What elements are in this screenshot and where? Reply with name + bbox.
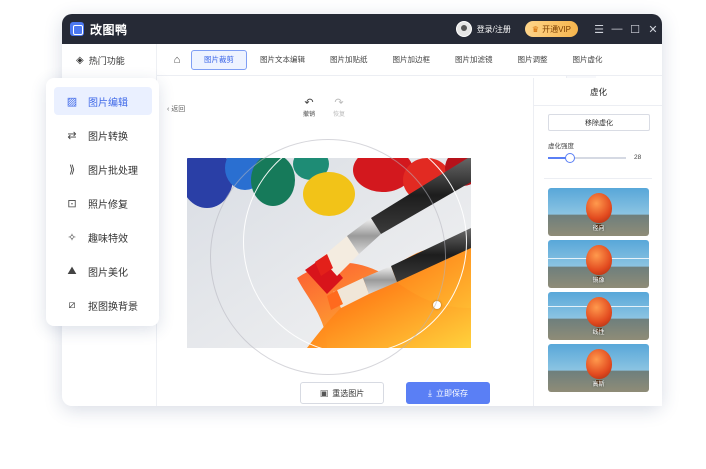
balloon-graphic xyxy=(586,349,612,379)
preset-linear[interactable]: 线性 xyxy=(548,292,649,340)
menu-item-label: 照片修复 xyxy=(88,199,128,211)
image-edit-icon: ▨ xyxy=(66,95,78,108)
balloon-graphic xyxy=(586,193,612,223)
vip-label: 开通VIP xyxy=(542,24,571,34)
menu-item-beautify[interactable]: ⛰ 图片美化 xyxy=(54,257,152,285)
avatar[interactable] xyxy=(455,21,472,37)
back-link[interactable]: ‹ 返回 xyxy=(167,104,185,114)
blur-settings-panel: 虚化 移除虚化 虚化强度 28 径向 镜像 线性 高斯 xyxy=(533,78,663,406)
history-controls: ↶ 撤销 ↷ 恢复 xyxy=(303,97,345,118)
reselect-label: 重选图片 xyxy=(332,388,365,398)
save-label: 立即保存 xyxy=(435,388,468,398)
close-icon[interactable]: ✕ xyxy=(644,14,662,44)
feature-menu: ▨ 图片编辑 ⇄ 图片转换 ⟫ 图片批处理 ⊡ 照片修复 ✧ 趣味特效 ⛰ 图片… xyxy=(46,78,159,326)
undo-button[interactable]: ↶ 撤销 xyxy=(303,97,315,118)
tab-sticker[interactable]: 图片加贴纸 xyxy=(318,50,380,70)
tab-blur[interactable]: 图片虚化 xyxy=(561,50,615,70)
image-icon: ▣ xyxy=(319,387,329,398)
blur-strength-value: 28 xyxy=(634,154,642,161)
undo-icon: ↶ xyxy=(304,97,314,109)
app-logo-icon xyxy=(70,22,84,36)
balloon-graphic xyxy=(586,297,612,327)
menu-item-photo-repair[interactable]: ⊡ 照片修复 xyxy=(54,189,152,217)
tab-frame[interactable]: 图片加边框 xyxy=(381,50,443,70)
convert-icon: ⇄ xyxy=(67,129,77,142)
menu-item-fun-effects[interactable]: ✧ 趣味特效 xyxy=(54,223,152,251)
preset-label: 镜像 xyxy=(592,278,605,284)
tab-text-edit[interactable]: 图片文本编辑 xyxy=(248,50,317,70)
login-link[interactable]: 登录/注册 xyxy=(477,24,511,35)
redo-icon: ↷ xyxy=(334,97,344,109)
image-canvas[interactable] xyxy=(187,158,471,348)
menu-item-image-convert[interactable]: ⇄ 图片转换 xyxy=(54,121,152,149)
preset-gaussian[interactable]: 高斯 xyxy=(548,344,649,392)
menu-icon[interactable]: ☰ xyxy=(590,14,608,44)
maximize-icon[interactable]: ☐ xyxy=(626,14,644,44)
menu-item-label: 图片美化 xyxy=(88,267,128,279)
crown-icon: ♛ xyxy=(531,24,540,34)
menu-item-image-edit[interactable]: ▨ 图片编辑 xyxy=(54,87,152,115)
tab-filter[interactable]: 图片加滤镜 xyxy=(443,50,505,70)
preset-radial[interactable]: 径向 xyxy=(548,188,649,236)
redo-label: 恢复 xyxy=(333,112,346,118)
blur-focus-circle[interactable] xyxy=(243,158,467,348)
preset-label: 高斯 xyxy=(592,382,605,388)
tab-bar: ⌂ 图片裁剪 图片文本编辑 图片加贴纸 图片加边框 图片加滤镜 图片调整 图片虚… xyxy=(157,44,662,76)
slider-knob[interactable] xyxy=(565,153,575,163)
beautify-icon: ⛰ xyxy=(67,264,77,277)
blur-strength-slider[interactable] xyxy=(548,153,626,163)
undo-label: 撤销 xyxy=(303,112,316,118)
menu-item-label: 图片编辑 xyxy=(88,97,128,109)
home-icon[interactable]: ⌂ xyxy=(163,54,191,66)
app-name: 改图鸭 xyxy=(90,22,128,37)
sparkle-icon: ✧ xyxy=(67,231,77,244)
preset-label: 线性 xyxy=(592,330,605,336)
menu-item-label: 趣味特效 xyxy=(88,233,128,245)
menu-item-label: 抠图换背景 xyxy=(88,301,138,313)
balloon-graphic xyxy=(586,245,612,275)
repair-icon: ⊡ xyxy=(67,197,77,210)
title-bar: 改图鸭 登录/注册 ♛ 开通VIP ☰ — ☐ ✕ xyxy=(62,14,662,44)
minimize-icon[interactable]: — xyxy=(608,14,626,44)
redo-button[interactable]: ↷ 恢复 xyxy=(333,97,345,118)
menu-item-cutout[interactable]: ⧄ 抠图换背景 xyxy=(54,291,152,319)
save-now-button[interactable]: ⤓ 立即保存 xyxy=(406,382,490,404)
hot-functions[interactable]: ◈ 热门功能 xyxy=(76,54,125,67)
hot-functions-icon: ◈ xyxy=(76,55,84,66)
back-label: 返回 xyxy=(171,106,186,113)
tab-adjust[interactable]: 图片调整 xyxy=(506,50,560,70)
menu-item-label: 图片批处理 xyxy=(88,165,138,177)
menu-item-batch[interactable]: ⟫ 图片批处理 xyxy=(54,155,152,183)
reselect-image-button[interactable]: ▣ 重选图片 xyxy=(300,382,384,404)
batch-icon: ⟫ xyxy=(68,163,76,176)
menu-item-label: 图片转换 xyxy=(88,131,128,143)
blur-panel-title: 虚化 xyxy=(534,78,663,106)
remove-blur-button[interactable]: 移除虚化 xyxy=(548,114,650,131)
tab-crop[interactable]: 图片裁剪 xyxy=(191,49,247,70)
divider xyxy=(544,178,652,179)
preset-mirror[interactable]: 镜像 xyxy=(548,240,649,288)
preset-label: 径向 xyxy=(592,226,605,232)
hot-functions-label: 热门功能 xyxy=(88,56,125,66)
download-icon: ⤓ xyxy=(428,387,432,398)
vip-button[interactable]: ♛ 开通VIP xyxy=(524,21,578,37)
blur-strength-label: 虚化强度 xyxy=(548,143,574,150)
blur-focus-handle[interactable] xyxy=(433,301,441,309)
cutout-icon: ⧄ xyxy=(68,298,76,311)
